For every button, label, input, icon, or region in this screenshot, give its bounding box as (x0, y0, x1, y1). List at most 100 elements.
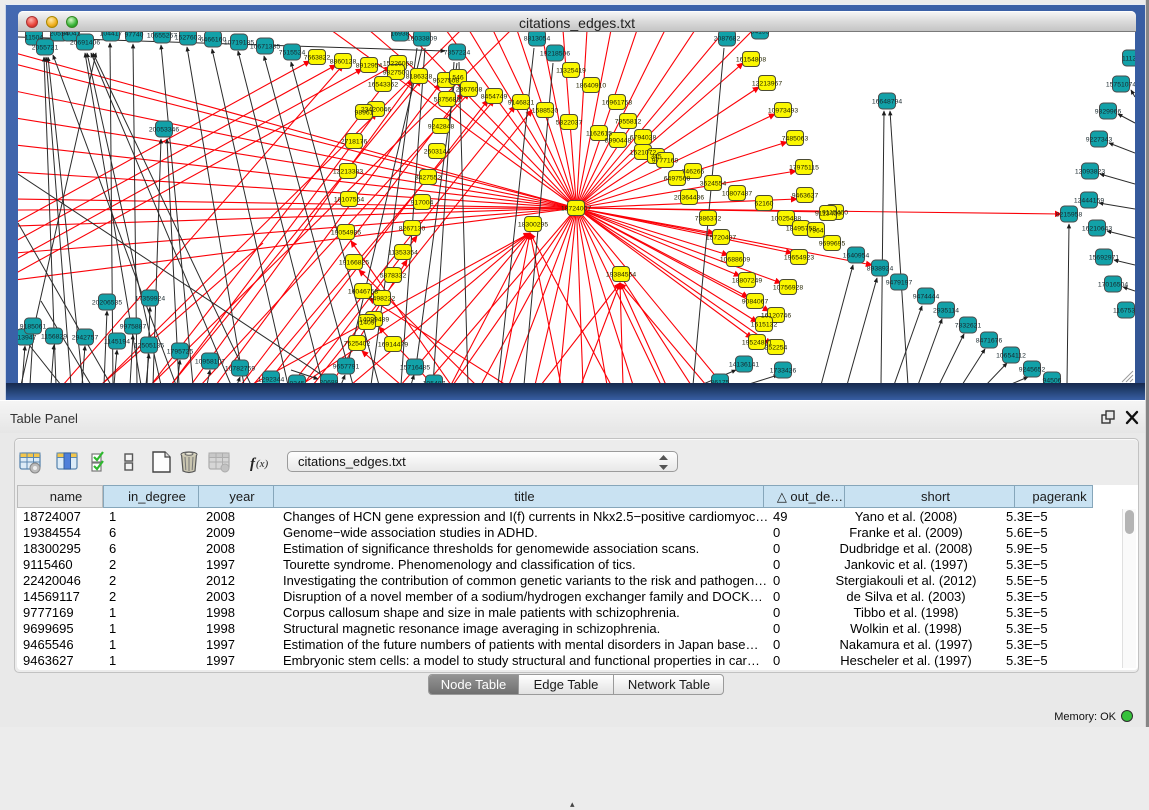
svg-text:10654112: 10654112 (996, 353, 1026, 360)
svg-text:8427552: 8427552 (415, 175, 442, 182)
svg-text:7485063: 7485063 (782, 136, 809, 143)
svg-text:5878332: 5878332 (380, 273, 407, 280)
svg-text:2087682: 2087682 (714, 36, 741, 43)
svg-text:16782759: 16782759 (225, 366, 255, 373)
svg-text:2935114: 2935114 (933, 308, 959, 315)
svg-text:(x): (x) (256, 458, 269, 470)
svg-text:10807487: 10807487 (722, 191, 752, 198)
svg-text:8813054: 8813054 (524, 36, 551, 43)
svg-text:20206535: 20206535 (92, 300, 122, 307)
svg-text:9113400: 9113400 (815, 211, 841, 218)
svg-text:8938924: 8938924 (867, 266, 894, 273)
svg-text:2718176: 2718176 (341, 139, 368, 146)
svg-text:16046758: 16046758 (348, 289, 378, 296)
svg-text:7515524: 7515524 (279, 50, 306, 57)
svg-text:917004: 917004 (411, 200, 434, 207)
svg-text:10756928: 10756928 (773, 285, 803, 292)
svg-text:7964: 7964 (808, 228, 823, 235)
svg-text:913947: 913947 (18, 335, 37, 342)
svg-text:7663822: 7663822 (304, 55, 331, 62)
svg-text:18807249: 18807249 (732, 278, 762, 285)
svg-text:7832621: 7832621 (955, 323, 982, 330)
svg-text:10671385: 10671385 (250, 44, 280, 51)
svg-text:7357224: 7357224 (444, 50, 471, 57)
svg-text:9242848: 9242848 (428, 124, 455, 131)
svg-text:15692971: 15692971 (1089, 255, 1119, 262)
svg-text:8186328: 8186328 (406, 74, 433, 81)
svg-text:1795725: 1795725 (167, 349, 194, 356)
svg-text:3624554: 3624554 (700, 181, 727, 188)
svg-text:17975115: 17975115 (789, 165, 819, 172)
svg-text:17016504: 17016504 (1098, 282, 1128, 289)
svg-text:16154808: 16154808 (736, 57, 766, 64)
svg-text:62160: 62160 (755, 201, 774, 208)
svg-text:1162615: 1162615 (586, 131, 612, 138)
svg-text:1145194: 1145194 (104, 339, 130, 346)
svg-text:9227343: 9227343 (1086, 137, 1113, 144)
svg-text:8860128: 8860128 (330, 59, 357, 66)
svg-text:10025488: 10025488 (771, 216, 801, 223)
svg-text:19384554: 19384554 (606, 272, 636, 279)
svg-text:1640954: 1640954 (843, 253, 870, 260)
svg-text:9185061: 9185061 (20, 324, 47, 331)
svg-text:9479197: 9479197 (886, 280, 913, 287)
svg-text:546: 546 (452, 75, 464, 82)
svg-text:12213383: 12213383 (333, 169, 363, 176)
svg-text:9463627: 9463627 (792, 193, 819, 200)
svg-text:5322037: 5322037 (556, 120, 583, 127)
svg-text:15716485: 15716485 (400, 365, 430, 372)
svg-text:6497568: 6497568 (664, 176, 691, 183)
svg-text:97740: 97740 (125, 32, 144, 39)
svg-text:10958107: 10958107 (195, 359, 225, 366)
svg-text:12093823: 12093823 (1075, 169, 1105, 176)
svg-text:16648794: 16648794 (872, 99, 902, 106)
svg-text:12505135: 12505135 (134, 343, 164, 350)
svg-text:17359924: 17359924 (135, 296, 165, 303)
svg-text:6794028: 6794028 (630, 135, 657, 142)
svg-text:8471676: 8471676 (976, 338, 1003, 345)
svg-text:9657791: 9657791 (333, 364, 360, 371)
svg-text:12444159: 12444159 (1074, 198, 1104, 205)
svg-text:104417: 104417 (100, 32, 123, 38)
svg-text:16210643: 16210643 (1082, 226, 1112, 233)
svg-text:16961758: 16961758 (602, 100, 632, 107)
svg-text:15751074: 15751074 (1106, 82, 1135, 89)
svg-text:18300295: 18300295 (518, 222, 548, 229)
svg-text:1167533: 1167533 (1113, 308, 1135, 315)
svg-text:20364436: 20364436 (674, 195, 704, 202)
svg-text:9084067: 9084067 (742, 299, 769, 306)
svg-text:9245652: 9245652 (1019, 367, 1046, 374)
svg-text:1527602: 1527602 (175, 35, 202, 42)
svg-text:98961: 98961 (355, 110, 374, 117)
svg-text:7955812: 7955812 (615, 119, 642, 126)
svg-text:10688609: 10688609 (720, 257, 750, 264)
svg-text:9699695: 9699695 (819, 241, 846, 248)
svg-text:16120746: 16120746 (761, 313, 791, 320)
svg-text:11353354: 11353354 (388, 250, 418, 257)
svg-text:2603144: 2603144 (424, 149, 451, 156)
svg-text:11325419: 11325419 (556, 68, 586, 75)
svg-text:11504: 11504 (25, 35, 44, 42)
svg-text:6498222: 6498222 (369, 296, 396, 303)
svg-text:15720407: 15720407 (706, 235, 736, 242)
svg-text:19054935: 19054935 (331, 230, 361, 237)
svg-text:746266: 746266 (682, 169, 705, 176)
svg-text:16033809: 16033809 (407, 36, 437, 43)
svg-text:1409: 1409 (359, 320, 374, 327)
svg-text:5875685: 5875685 (434, 97, 461, 104)
svg-text:19654923: 19654923 (784, 255, 814, 262)
svg-text:8267130: 8267130 (399, 226, 426, 233)
svg-text:9146821: 9146821 (508, 100, 535, 107)
svg-text:12213967: 12213967 (752, 81, 782, 88)
svg-text:8990448: 8990448 (605, 138, 632, 145)
svg-text:20691406: 20691406 (70, 40, 100, 47)
svg-text:16914479: 16914479 (378, 342, 408, 349)
svg-text:2942757: 2942757 (72, 335, 99, 342)
svg-text:1588520: 1588520 (532, 108, 559, 115)
svg-text:2867608: 2867608 (456, 87, 483, 94)
svg-text:2055721: 2055721 (32, 45, 59, 52)
svg-text:1733426: 1733426 (770, 368, 797, 375)
svg-text:9777169: 9777169 (652, 158, 679, 165)
svg-text:10655267: 10655267 (147, 33, 177, 40)
svg-text:16543362: 16543362 (368, 82, 398, 89)
